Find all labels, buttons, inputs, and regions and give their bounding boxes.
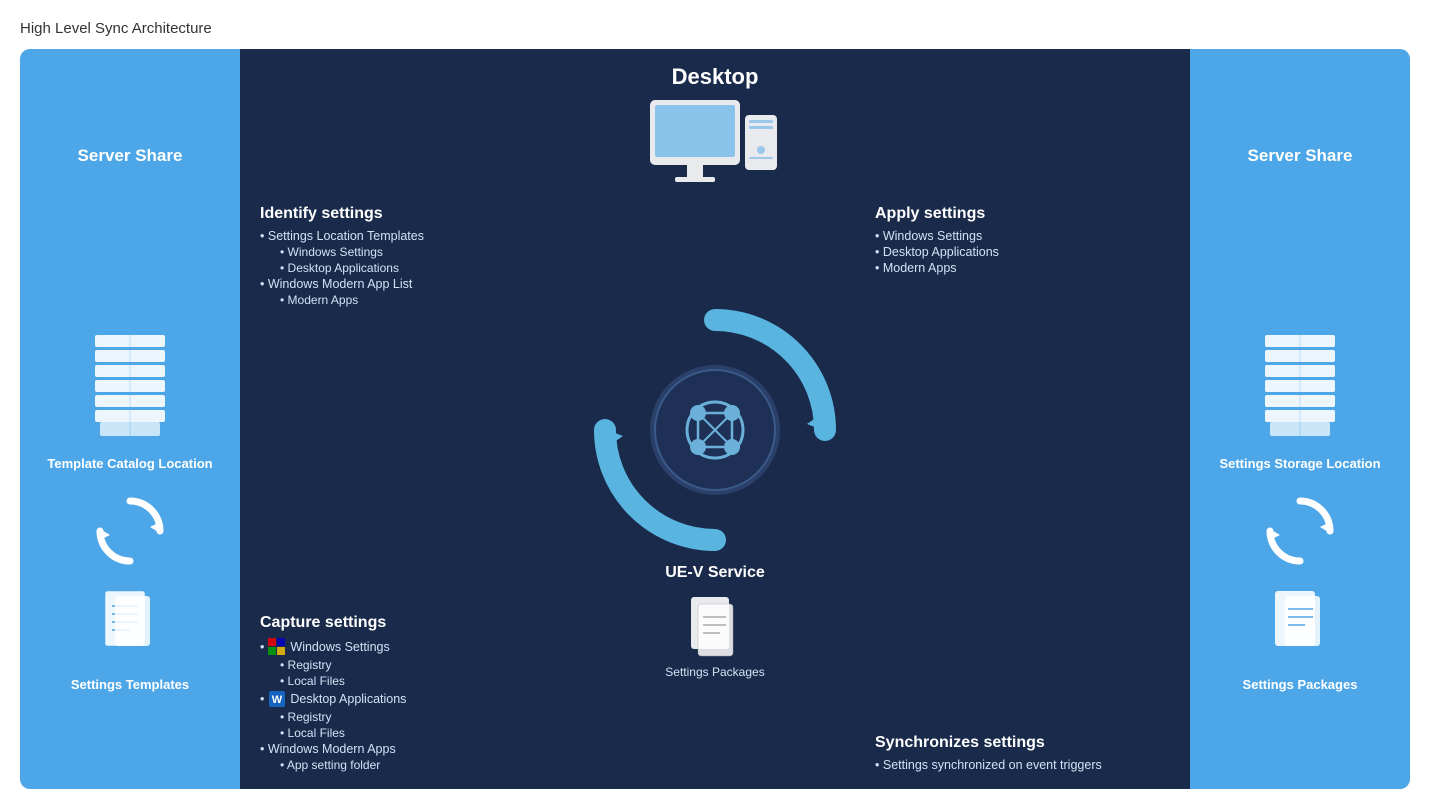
settings-storage-item: Settings Storage Location	[1219, 330, 1380, 471]
capture-title: Capture settings	[260, 614, 555, 632]
sync-list: Settings synchronized on event triggers	[875, 758, 1170, 772]
capture-list: Windows Settings Registry Local Files W …	[260, 638, 555, 772]
sync-item-1: Settings synchronized on event triggers	[875, 758, 1170, 772]
sync-icon-left	[90, 491, 170, 571]
capture-item-3-1: App setting folder	[260, 758, 555, 772]
settings-packages-right-label: Settings Packages	[1243, 677, 1358, 692]
svg-text:W: W	[272, 694, 283, 706]
settings-templates-item: Settings Templates	[71, 591, 189, 692]
uev-circle	[585, 300, 845, 560]
capture-item-1-1: Registry	[260, 658, 555, 672]
template-catalog-label: Template Catalog Location	[47, 456, 212, 471]
apply-title: Apply settings	[875, 205, 1170, 223]
apply-item-3: Modern Apps	[875, 261, 1170, 275]
right-server-share: Server Share Settings Storage Location	[1190, 49, 1410, 789]
page-title: High Level Sync Architecture	[20, 20, 212, 37]
settings-storage-label: Settings Storage Location	[1219, 456, 1380, 471]
desktop-icon	[260, 95, 1170, 195]
capture-item-2: W Desktop Applications	[260, 690, 555, 708]
right-share-header: Server Share	[1248, 146, 1353, 166]
capture-item-2-2: Local Files	[260, 726, 555, 740]
identify-item-2-1: Modern Apps	[260, 293, 555, 307]
settings-packages-center: Settings Packages	[665, 597, 764, 679]
capture-item-2-1: Registry	[260, 710, 555, 724]
identify-item-1-1: Windows Settings	[260, 245, 555, 259]
server-icon-left	[85, 330, 175, 440]
left-content-section: Identify settings Settings Location Temp…	[260, 205, 555, 774]
capture-settings: Capture settings Windows Settings Regis	[260, 614, 555, 774]
apply-settings: Apply settings Windows Settings Desktop …	[875, 205, 1170, 277]
sync-icon-right	[1260, 491, 1340, 571]
identify-item-2: Windows Modern App List	[260, 277, 555, 291]
apply-list: Windows Settings Desktop Applications Mo…	[875, 229, 1170, 275]
identify-title: Identify settings	[260, 205, 555, 223]
identify-item-1-2: Desktop Applications	[260, 261, 555, 275]
settings-templates-label: Settings Templates	[71, 677, 189, 692]
doc-icon-left	[100, 591, 160, 661]
left-server-share: Server Share Template Catalog Location	[20, 49, 240, 789]
center-panel: Desktop Identify settin	[240, 49, 1190, 789]
sync-title: Synchronizes settings	[875, 734, 1170, 752]
apply-item-2: Desktop Applications	[875, 245, 1170, 259]
left-share-header: Server Share	[78, 146, 183, 166]
right-content-section: Apply settings Windows Settings Desktop …	[875, 205, 1170, 774]
identify-item-1: Settings Location Templates	[260, 229, 555, 243]
diagram: Server Share Template Catalog Location	[20, 49, 1410, 789]
server-icon-right	[1255, 330, 1345, 440]
doc-icon-right	[1270, 591, 1330, 661]
uev-label: UE-V Service	[665, 564, 765, 582]
template-catalog-item: Template Catalog Location	[47, 330, 212, 471]
desktop-header: Desktop	[260, 64, 1170, 90]
identify-list: Settings Location Templates Windows Sett…	[260, 229, 555, 307]
sync-settings: Synchronizes settings Settings synchroni…	[875, 734, 1170, 774]
settings-packages-center-label: Settings Packages	[665, 665, 764, 679]
middle-section: UE-V Service Settings Packages	[575, 205, 855, 774]
identify-settings: Identify settings Settings Location Temp…	[260, 205, 555, 309]
capture-item-3: Windows Modern Apps	[260, 742, 555, 756]
capture-item-1: Windows Settings	[260, 638, 555, 656]
settings-packages-right-item: Settings Packages	[1243, 591, 1358, 692]
apply-item-1: Windows Settings	[875, 229, 1170, 243]
capture-item-1-2: Local Files	[260, 674, 555, 688]
